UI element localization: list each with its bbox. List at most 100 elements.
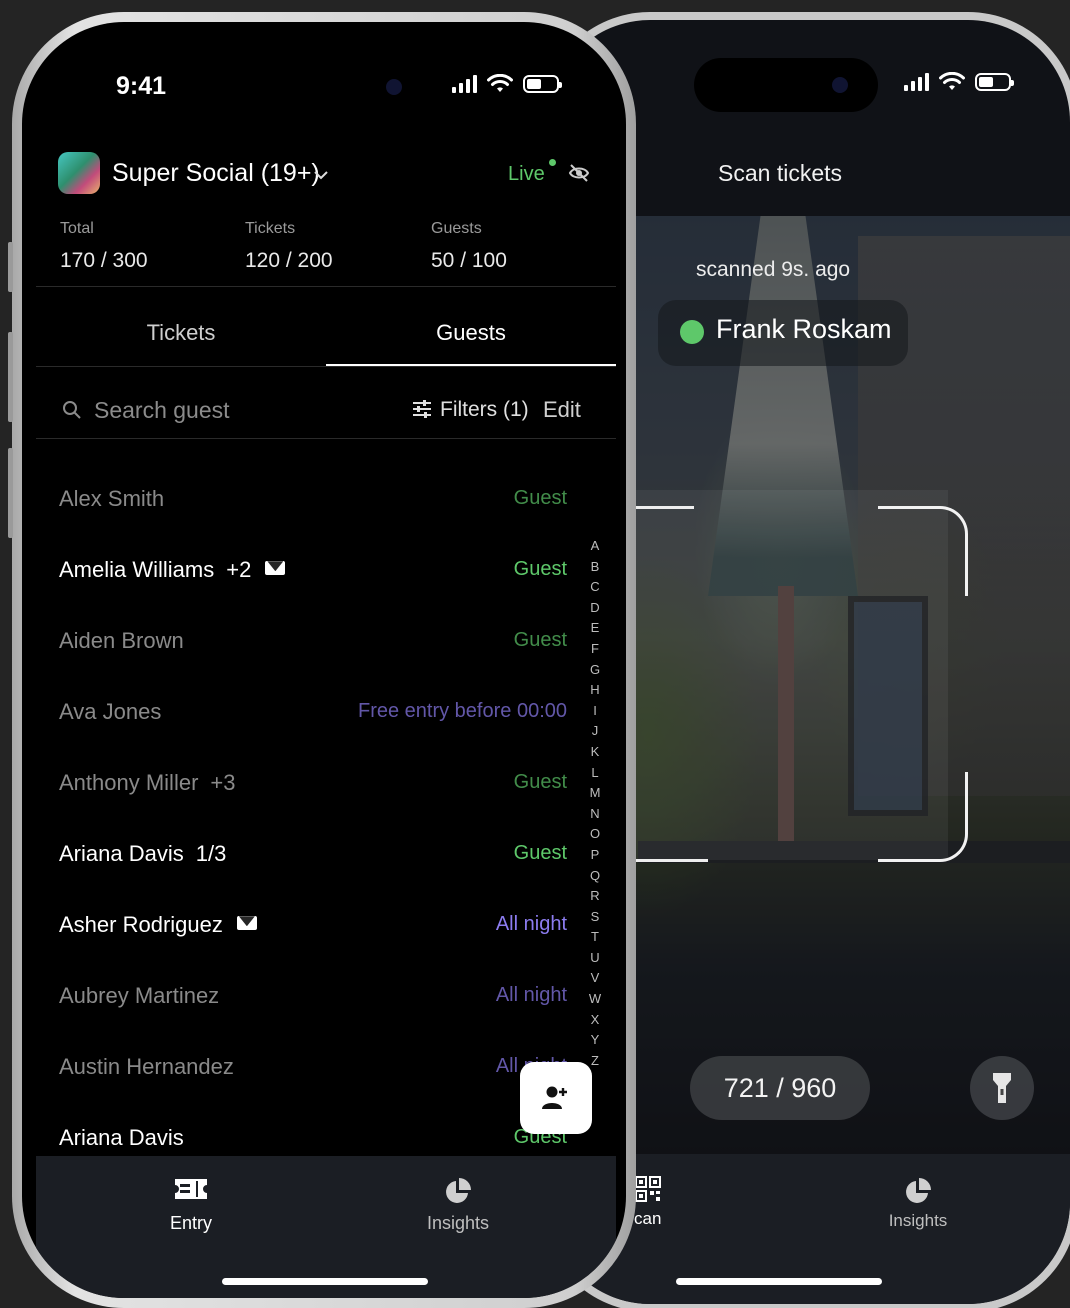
event-title[interactable]: Super Social (19+) xyxy=(112,159,320,188)
alphabet-index-letter[interactable]: K xyxy=(591,742,600,763)
list-item[interactable]: Asher Rodriguez All night xyxy=(22,912,582,952)
alphabet-index[interactable]: ABCDEFGHIJKLMNOPQRSTUVWXYZ xyxy=(588,536,602,1071)
mail-icon xyxy=(265,561,286,576)
scan-title: Scan tickets xyxy=(718,160,842,186)
status-icons xyxy=(904,72,1014,92)
alphabet-index-letter[interactable]: N xyxy=(590,804,599,825)
alphabet-index-letter[interactable]: M xyxy=(590,783,601,804)
chevron-down-icon[interactable] xyxy=(313,168,329,182)
list-item[interactable]: Ariana Davis 1/3 Guest xyxy=(22,841,582,881)
stat-guests-label: Guests xyxy=(431,220,482,237)
guest-name: Anthony Miller +3 xyxy=(59,770,236,795)
cellular-signal-icon xyxy=(904,73,929,91)
alphabet-index-letter[interactable]: U xyxy=(590,948,599,969)
live-status: Live xyxy=(508,163,545,185)
list-item[interactable]: Aubrey Martinez All night xyxy=(22,983,582,1023)
alphabet-index-letter[interactable]: O xyxy=(590,824,600,845)
home-indicator xyxy=(676,1278,882,1285)
mail-icon xyxy=(236,916,257,931)
search-input[interactable]: Search guest xyxy=(94,397,230,424)
bottom-tabbar: Entry Insights xyxy=(36,1156,616,1298)
alphabet-index-letter[interactable]: F xyxy=(591,639,599,660)
alphabet-index-letter[interactable]: Y xyxy=(591,1030,600,1051)
ticket-icon xyxy=(175,1179,207,1199)
guest-type: Guest xyxy=(513,487,567,509)
alphabet-index-letter[interactable]: R xyxy=(590,886,599,907)
alphabet-index-letter[interactable]: Z xyxy=(591,1051,599,1072)
eye-off-icon[interactable] xyxy=(568,162,590,184)
guest-name: Ariana Davis 1/3 xyxy=(59,841,227,866)
alphabet-index-letter[interactable]: S xyxy=(591,907,600,928)
alphabet-index-letter[interactable]: W xyxy=(589,989,601,1010)
live-dot-icon xyxy=(549,159,556,166)
guest-name: Aiden Brown xyxy=(59,628,184,653)
volume-down-button xyxy=(8,448,13,538)
stat-guests-value: 50 / 100 xyxy=(431,249,507,272)
alphabet-index-letter[interactable]: B xyxy=(591,557,600,578)
tabbar-item-entry[interactable]: Entry xyxy=(131,1176,251,1234)
alphabet-index-letter[interactable]: J xyxy=(592,721,599,742)
wifi-icon xyxy=(939,72,965,90)
scanned-guest-name: Frank Roskam xyxy=(716,314,892,344)
search-icon xyxy=(63,401,81,419)
stat-total-value: 170 / 300 xyxy=(60,249,148,272)
alphabet-index-letter[interactable]: V xyxy=(591,968,600,989)
guest-type: Free entry before 00:00 xyxy=(357,700,567,722)
scan-counter-value: 721 / 960 xyxy=(723,1072,837,1103)
alphabet-index-letter[interactable]: I xyxy=(593,701,597,722)
tabbar-item-insights[interactable]: Insights xyxy=(398,1176,518,1234)
tab-guests[interactable]: Guests xyxy=(326,320,616,346)
guest-name: Ava Jones xyxy=(59,699,162,724)
stat-tickets-value: 120 / 200 xyxy=(245,249,333,272)
alphabet-index-letter[interactable]: X xyxy=(591,1010,600,1031)
battery-icon xyxy=(975,73,1014,91)
guest-name: Alex Smith xyxy=(59,486,165,511)
list-item[interactable]: Alex Smith Guest xyxy=(22,486,582,526)
list-item[interactable]: Anthony Miller +3 Guest xyxy=(22,770,582,810)
scan-counter: 721 / 960 xyxy=(690,1056,870,1120)
guest-type: Guest xyxy=(513,558,567,580)
alphabet-index-letter[interactable]: P xyxy=(591,845,600,866)
scan-result-card: Frank Roskam xyxy=(658,300,908,366)
flashlight-icon xyxy=(993,1073,1011,1103)
add-guest-button[interactable] xyxy=(520,1062,592,1134)
status-time: 9:41 xyxy=(116,72,167,100)
guest-type: Guest xyxy=(513,771,567,793)
qr-code-icon xyxy=(634,1176,661,1202)
cellular-signal-icon xyxy=(452,75,477,93)
guestlist-screen: 9:41 Super Social (19+) Live Total 170 /… xyxy=(22,22,626,1298)
alphabet-index-letter[interactable]: A xyxy=(591,536,600,557)
event-avatar xyxy=(58,152,100,194)
alphabet-index-letter[interactable]: T xyxy=(591,927,599,948)
tabbar-item-scan[interactable]: can xyxy=(634,1176,661,1229)
edit-button[interactable]: Edit xyxy=(543,397,581,423)
alphabet-index-letter[interactable]: H xyxy=(590,680,599,701)
tabbar-item-insights[interactable]: Insights xyxy=(878,1176,958,1231)
tabbar-label-entry: Entry xyxy=(169,1213,212,1233)
tabbar-label-scan: can xyxy=(634,1209,662,1228)
guest-name: Amelia Williams +2 xyxy=(59,557,286,583)
guest-name: Asher Rodriguez xyxy=(59,912,257,938)
list-item[interactable]: Amelia Williams +2 Guest xyxy=(22,557,582,597)
guest-type: Guest xyxy=(513,842,567,864)
list-item[interactable]: Aiden Brown Guest xyxy=(22,628,582,668)
alphabet-index-letter[interactable]: E xyxy=(591,618,600,639)
alphabet-index-letter[interactable]: D xyxy=(590,598,599,619)
alphabet-index-letter[interactable]: L xyxy=(591,763,598,784)
filter-icon xyxy=(413,400,431,418)
wifi-icon xyxy=(487,74,513,92)
dynamic-island xyxy=(694,58,878,112)
tabbar-label-insights: Insights xyxy=(426,1213,490,1233)
dynamic-island xyxy=(248,60,432,114)
alphabet-index-letter[interactable]: Q xyxy=(590,866,600,887)
alphabet-index-letter[interactable]: G xyxy=(590,660,600,681)
guest-name: Austin Hernandez xyxy=(59,1054,234,1079)
filters-button[interactable]: Filters (1) xyxy=(440,398,529,422)
list-item[interactable]: Ava Jones Free entry before 00:00 xyxy=(22,699,582,739)
guest-type: Guest xyxy=(513,629,567,651)
status-dot-icon xyxy=(680,320,704,344)
list-item[interactable]: Austin HernandezAll night xyxy=(22,1054,582,1094)
alphabet-index-letter[interactable]: C xyxy=(590,577,599,598)
flashlight-button[interactable] xyxy=(970,1056,1034,1120)
tab-tickets[interactable]: Tickets xyxy=(36,320,326,346)
